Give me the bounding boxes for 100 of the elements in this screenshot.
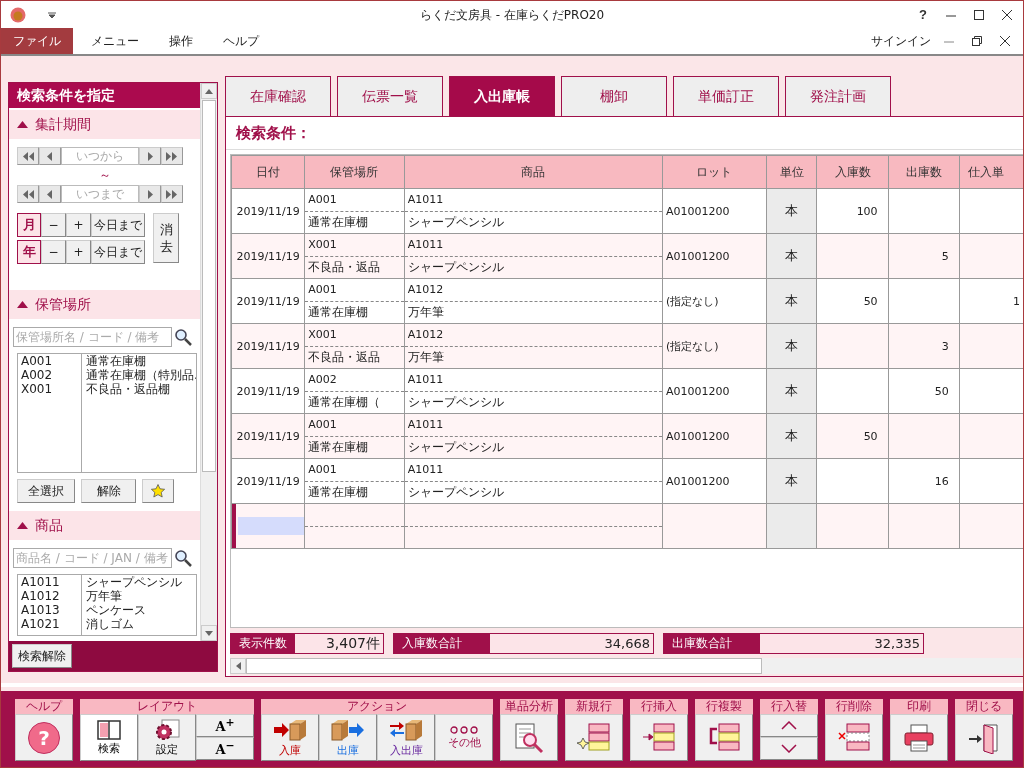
column-header[interactable]: 仕入単 xyxy=(959,155,1023,189)
clear-selection-button[interactable]: 解除 xyxy=(81,479,136,503)
minus-button[interactable]: − xyxy=(41,213,66,237)
first-button[interactable] xyxy=(17,185,39,203)
table-row[interactable]: 2019/11/19 A001 通常在庫棚 A1012 万年筆 (指定なし) 本 50 1 xyxy=(231,278,1023,324)
table-cell xyxy=(959,458,1023,504)
toolbar-button[interactable] xyxy=(890,714,948,761)
previous-button[interactable] xyxy=(39,147,61,165)
item-name[interactable]: シャープペンシル xyxy=(83,575,196,589)
toolbar-button[interactable] xyxy=(825,714,883,761)
table-cell: (指定なし) xyxy=(662,278,767,324)
column-header[interactable]: 商品 xyxy=(404,155,663,189)
new-row[interactable] xyxy=(231,503,1023,549)
previous-button[interactable] xyxy=(39,185,61,203)
toolbar-button[interactable]: 入庫 xyxy=(261,714,319,761)
toolbar-button[interactable]: その他 xyxy=(435,714,493,761)
menu-item[interactable]: ヘルプ xyxy=(211,28,271,54)
column-header[interactable]: 出庫数 xyxy=(888,155,960,189)
toolbar-button[interactable] xyxy=(630,714,688,761)
select-all-button[interactable]: 全選択 xyxy=(17,479,75,503)
table-row[interactable]: 2019/11/19 X001 不良品・返品 A1012 万年筆 (指定なし) 本 3 xyxy=(231,323,1023,369)
tab[interactable]: 発注計画 xyxy=(785,76,891,116)
item-code[interactable]: A1012 xyxy=(18,589,83,603)
tab[interactable]: 入出庫帳 xyxy=(449,76,555,116)
move-up-button[interactable] xyxy=(760,714,818,737)
scroll-left-button[interactable] xyxy=(230,658,246,674)
item-code[interactable]: X001 xyxy=(18,382,83,396)
column-header[interactable]: 入庫数 xyxy=(816,155,889,189)
tab[interactable]: 棚卸 xyxy=(561,76,667,116)
table-row[interactable]: 2019/11/19 A001 通常在庫棚 A1011 シャープペンシル A01001200 本 50 xyxy=(231,413,1023,459)
item-code[interactable]: A1011 xyxy=(18,575,83,589)
code-text: A1011 xyxy=(404,414,662,437)
toolbar-button[interactable] xyxy=(695,714,753,761)
toolbar-button[interactable]: 出庫 xyxy=(319,714,377,761)
toolbar-button[interactable]: 入出庫 xyxy=(377,714,435,761)
search-field[interactable]: 保管場所名 / コード / 備考 xyxy=(13,327,172,347)
scrollbar-thumb[interactable] xyxy=(202,100,216,472)
item-name[interactable]: 不良品・返品棚 xyxy=(83,382,196,396)
toolbar-button[interactable]: 設定 xyxy=(138,714,196,761)
increase-font-button[interactable]: A$^{+}$ xyxy=(196,714,254,737)
column-header[interactable]: 保管場所 xyxy=(304,155,405,189)
item-code[interactable]: A001 xyxy=(18,354,83,368)
toolbar-button[interactable] xyxy=(500,714,558,761)
scroll-up-button[interactable] xyxy=(201,83,217,99)
date-field[interactable]: いつから xyxy=(61,147,139,165)
tab[interactable]: 単価訂正 xyxy=(673,76,779,116)
favorite-button[interactable] xyxy=(142,479,174,503)
date-input-field[interactable] xyxy=(238,517,304,535)
toolbar-button[interactable] xyxy=(955,714,1013,761)
item-name[interactable]: 通常在庫棚（特別品. xyxy=(83,368,196,382)
table-row[interactable]: 2019/11/19 A002 通常在庫棚（ A1011 シャープペンシル A01001200 本 50 xyxy=(231,368,1023,414)
menu-item[interactable]: 操作 xyxy=(157,28,205,54)
sign-in-link[interactable]: サインイン xyxy=(871,32,931,50)
table-row[interactable]: 2019/11/19 A001 通常在庫棚 A1011 シャープペンシル A01001200 本 16 xyxy=(231,458,1023,504)
item-name[interactable]: 通常在庫棚 xyxy=(83,354,196,368)
group-label: ヘルプ xyxy=(15,699,73,714)
table-row[interactable]: 2019/11/19 X001 不良品・返品 A1011 シャープペンシル A01001200 本 5 xyxy=(231,233,1023,279)
group-label: アクション xyxy=(261,699,493,714)
scrollbar-thumb[interactable] xyxy=(246,658,762,674)
toolbar-button[interactable] xyxy=(565,714,623,761)
last-button[interactable] xyxy=(161,185,183,203)
search-field[interactable]: 商品名 / コード / JAN / 備考 xyxy=(13,548,172,568)
tab[interactable]: 在庫確認 xyxy=(225,76,331,116)
menu-item[interactable]: メニュー xyxy=(79,28,151,54)
today-button[interactable]: 今日まで xyxy=(91,240,145,264)
toolbar-button[interactable]: 検索 xyxy=(80,714,138,761)
column-header[interactable]: ロット xyxy=(662,155,767,189)
item-code[interactable]: A1021 xyxy=(18,617,83,631)
table-row[interactable]: 2019/11/19 A001 通常在庫棚 A1011 シャープペンシル A01001200 本 100 xyxy=(231,188,1023,234)
table-cell: 2019/11/19 xyxy=(231,458,305,504)
next-button[interactable] xyxy=(139,185,161,203)
date-field[interactable]: いつまで xyxy=(61,185,139,203)
help-button[interactable]: ? xyxy=(913,6,933,23)
column-header[interactable]: 単位 xyxy=(766,155,817,189)
section-header[interactable]: 保管場所 xyxy=(9,290,200,319)
item-name[interactable]: ペンケース xyxy=(83,603,196,617)
today-button[interactable]: 今日まで xyxy=(91,213,145,237)
menu-item[interactable]: ファイル xyxy=(1,28,73,54)
plus-button[interactable]: + xyxy=(66,213,91,237)
reset-search-button[interactable]: 検索解除 xyxy=(12,644,72,668)
last-button[interactable] xyxy=(161,147,183,165)
item-code[interactable]: A002 xyxy=(18,368,83,382)
section-header[interactable]: 商品 xyxy=(9,511,200,540)
clear-button[interactable]: 消去 xyxy=(153,213,179,263)
decrease-font-button[interactable]: A$^{−}$ xyxy=(196,737,254,760)
double-right-icon xyxy=(166,151,178,161)
first-button[interactable] xyxy=(17,147,39,165)
move-down-button[interactable] xyxy=(760,737,818,760)
tab[interactable]: 伝票一覧 xyxy=(337,76,443,116)
item-code[interactable]: A1013 xyxy=(18,603,83,617)
table-cell: 本 xyxy=(766,413,817,459)
section-header[interactable]: 集計期間 xyxy=(9,110,200,139)
table-cell: (指定なし) xyxy=(662,323,767,369)
scroll-down-button[interactable] xyxy=(201,625,217,641)
column-header[interactable]: 日付 xyxy=(231,155,305,189)
plus-button[interactable]: + xyxy=(66,240,91,264)
item-name[interactable]: 消しゴム xyxy=(83,617,196,631)
item-name[interactable]: 万年筆 xyxy=(83,589,196,603)
next-button[interactable] xyxy=(139,147,161,165)
minus-button[interactable]: − xyxy=(41,240,66,264)
